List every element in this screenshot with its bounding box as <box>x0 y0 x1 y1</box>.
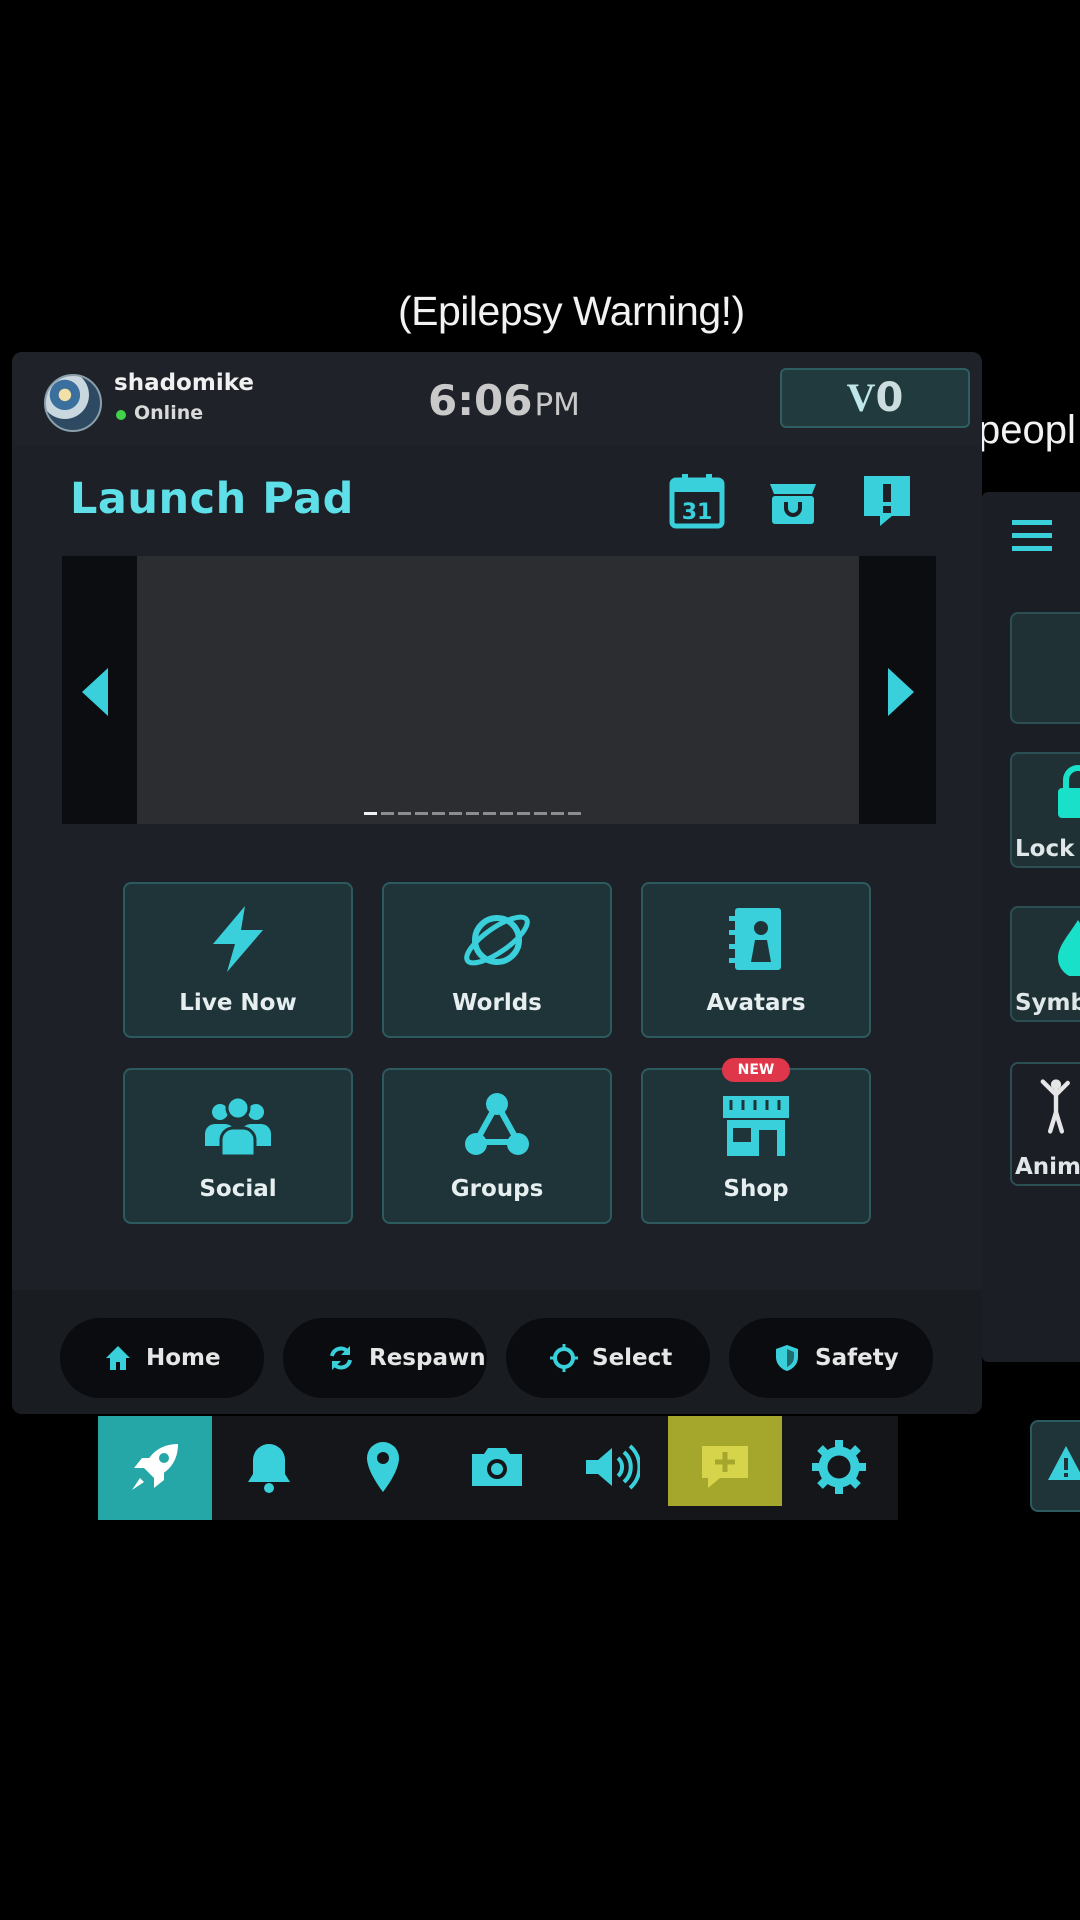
chat-tool-button[interactable] <box>668 1416 782 1506</box>
location-tool-button[interactable] <box>326 1416 440 1520</box>
tile-live-now[interactable]: Live Now <box>123 882 353 1038</box>
side-tile-lock[interactable]: Lock <box>1010 752 1080 868</box>
calendar-day: 31 <box>682 500 713 525</box>
location-pin-icon <box>367 1442 399 1492</box>
epilepsy-warning-caption: (Epilepsy Warning!) <box>398 288 745 334</box>
notifications-tool-button[interactable] <box>212 1416 326 1520</box>
respawn-icon <box>330 1346 352 1370</box>
carousel-next-arrow-icon[interactable] <box>888 668 914 716</box>
carousel-slide[interactable] <box>137 556 859 824</box>
launch-pad-panel: shadomike Online 6:06PM V0 Launch Pad 31 <box>12 352 982 1414</box>
tile-label: Groups <box>450 1176 544 1202</box>
safety-label: Safety <box>815 1345 899 1371</box>
gear-icon <box>812 1440 866 1494</box>
shop-icon <box>723 1096 789 1156</box>
vbucks-amount: 0 <box>875 375 904 421</box>
respawn-label: Respawn <box>369 1345 486 1371</box>
home-icon <box>106 1346 130 1370</box>
inventory-icon[interactable] <box>764 472 822 530</box>
carousel-dot[interactable] <box>483 812 496 815</box>
tile-label: Live Now <box>179 990 297 1016</box>
tile-avatars[interactable]: Avatars <box>641 882 871 1038</box>
home-button[interactable]: Home <box>60 1318 264 1398</box>
bottom-nav: Home Respawn Select Safety <box>12 1290 982 1414</box>
tile-social[interactable]: Social <box>123 1068 353 1224</box>
top-status-bar: shadomike Online 6:06PM V0 <box>12 352 982 446</box>
dance-icon <box>1040 1079 1070 1134</box>
respawn-button[interactable]: Respawn <box>283 1318 487 1398</box>
groups-icon <box>465 1093 529 1155</box>
settings-tool-button[interactable] <box>782 1416 896 1520</box>
page-title: Launch Pad <box>70 474 354 524</box>
new-badge: NEW <box>722 1058 790 1082</box>
select-icon <box>550 1344 578 1372</box>
side-tile-animations[interactable]: Anima <box>1010 1062 1080 1186</box>
side-tile-label: Symb <box>1015 990 1080 1016</box>
hamburger-menu-icon[interactable] <box>1012 516 1052 556</box>
carousel-dot[interactable] <box>466 812 479 815</box>
speaker-icon <box>586 1444 640 1490</box>
audio-tool-button[interactable] <box>554 1416 668 1520</box>
carousel-dot[interactable] <box>568 812 581 815</box>
camera-tool-button[interactable] <box>440 1416 554 1520</box>
online-status-text: Online <box>134 402 204 424</box>
clock: 6:06PM <box>428 376 580 425</box>
camera-icon <box>472 1448 522 1486</box>
carousel-dot[interactable] <box>432 812 445 815</box>
warning-icon <box>1048 1446 1080 1480</box>
carousel-dot[interactable] <box>517 812 530 815</box>
avatar[interactable] <box>44 374 102 432</box>
tile-label: Shop <box>723 1176 789 1202</box>
select-button[interactable]: Select <box>506 1318 710 1398</box>
tile-groups[interactable]: Groups <box>382 1068 612 1224</box>
featured-carousel[interactable] <box>62 556 936 824</box>
carousel-pagination <box>364 812 581 816</box>
people-icon <box>205 1095 271 1158</box>
lock-icon <box>1058 765 1080 818</box>
avatar-book-icon <box>729 908 781 970</box>
rocket-icon <box>132 1444 178 1490</box>
planet-icon <box>464 914 530 966</box>
side-tile-blank[interactable] <box>1010 612 1080 724</box>
carousel-dot[interactable] <box>398 812 411 815</box>
tile-label: Worlds <box>452 990 542 1016</box>
overlay-caption-fragment: peopl <box>978 408 1076 452</box>
clock-time: 6:06 <box>428 376 533 425</box>
side-tile-symbol[interactable]: Symb <box>1010 906 1080 1022</box>
tile-label: Social <box>199 1176 277 1202</box>
select-label: Select <box>592 1345 673 1371</box>
carousel-prev-arrow-icon[interactable] <box>82 668 108 716</box>
carousel-dot[interactable] <box>415 812 428 815</box>
side-tile-label: Lock <box>1015 836 1075 862</box>
safety-button[interactable]: Safety <box>729 1318 933 1398</box>
symbol-icon <box>1058 920 1080 976</box>
carousel-dot[interactable] <box>551 812 564 815</box>
clock-ampm: PM <box>534 387 580 423</box>
online-status-dot <box>116 410 126 420</box>
tile-shop[interactable]: Shop <box>641 1068 871 1224</box>
launchpad-tool-button[interactable] <box>98 1416 212 1520</box>
bell-icon <box>248 1444 290 1493</box>
carousel-dot[interactable] <box>364 812 377 815</box>
vbucks-balance[interactable]: V0 <box>780 368 970 428</box>
quick-menu-toolbar <box>98 1416 898 1520</box>
tile-label: Avatars <box>706 990 806 1016</box>
carousel-dot[interactable] <box>381 812 394 815</box>
carousel-dot[interactable] <box>534 812 547 815</box>
calendar-icon[interactable]: 31 <box>668 472 726 530</box>
side-tile-label: Anima <box>1015 1154 1080 1180</box>
home-label: Home <box>146 1345 221 1371</box>
warning-tool-button[interactable] <box>1030 1420 1080 1512</box>
shield-icon <box>776 1345 798 1371</box>
vbucks-symbol: V <box>846 375 876 420</box>
carousel-dot[interactable] <box>500 812 513 815</box>
alert-icon[interactable] <box>858 472 916 530</box>
tile-worlds[interactable]: Worlds <box>382 882 612 1038</box>
carousel-dot[interactable] <box>449 812 462 815</box>
lightning-icon <box>213 906 263 972</box>
chat-add-icon <box>702 1446 748 1488</box>
username: shadomike <box>114 370 254 396</box>
